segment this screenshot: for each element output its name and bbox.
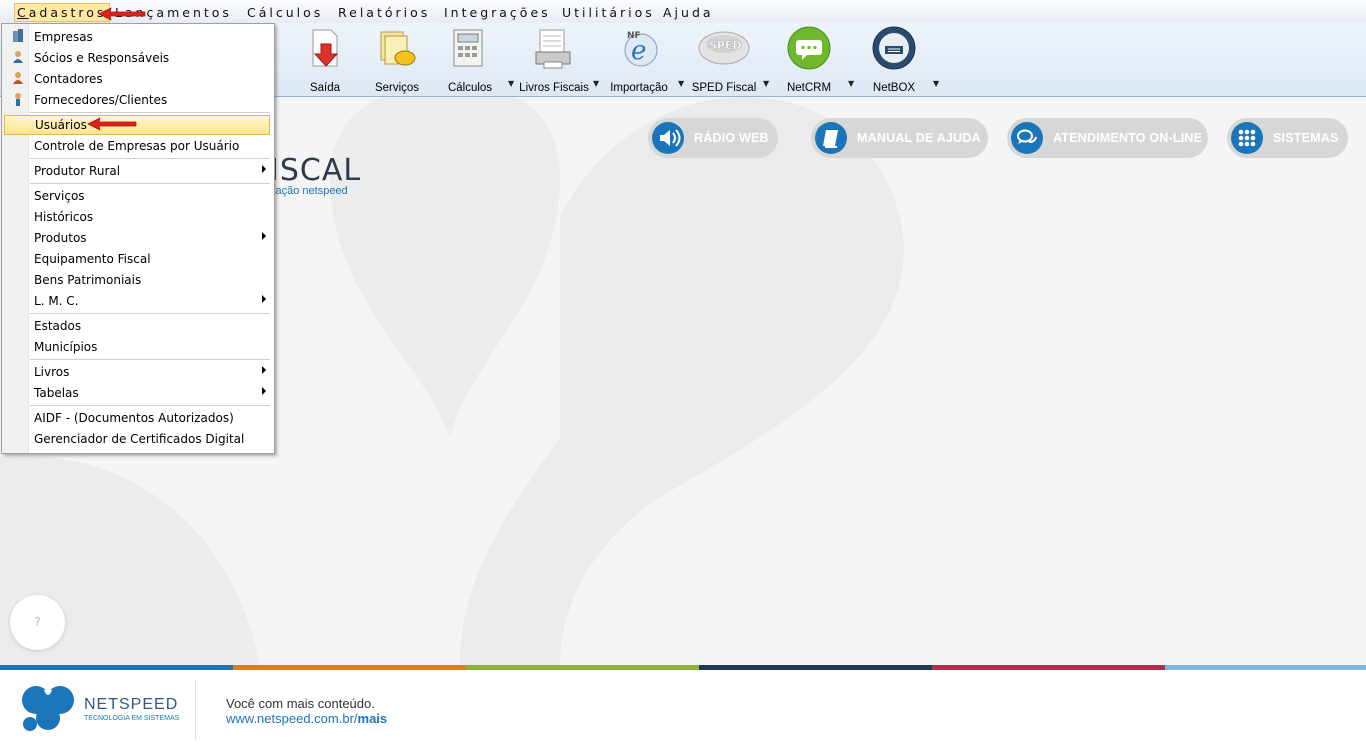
sped-icon: SPED [697,26,751,70]
chat-icon [1011,122,1043,154]
menu-item-certificados[interactable]: Gerenciador de Certificados Digital [4,429,270,449]
netbox-icon [872,26,916,70]
speaker-icon [652,122,684,154]
menu-item-municipios[interactable]: Municípios [4,337,270,357]
menu-item-historicos[interactable]: Históricos [4,207,270,227]
menu-separator [30,158,270,159]
menu-separator [30,359,270,360]
menu-relatorios[interactable]: Relatórios [338,5,430,21]
menu-item-socios[interactable]: Sócios e Responsáveis [4,48,270,68]
toolbar-importacao-button[interactable]: e NF Importação [608,26,670,94]
menu-integracoes[interactable]: Integrações [444,5,551,21]
calculator-icon [448,26,492,70]
toolbar-livros-fiscais-button[interactable]: Livros Fiscais [518,26,590,94]
menu-item-servicos[interactable]: Serviços [4,186,270,206]
menu-item-fornecedores[interactable]: Fornecedores/Clientes [4,90,270,110]
grid-icon [1231,122,1263,154]
footer-brand: NETSPEED [84,696,179,713]
menu-separator [30,183,270,184]
netcrm-dropdown-arrow[interactable]: ▼ [848,79,854,88]
toolbar-netbox-button[interactable]: NetBOX [866,26,922,94]
sped-dropdown-arrow[interactable]: ▼ [763,79,769,88]
submenu-arrow-icon [262,295,266,303]
menu-ajuda[interactable]: Ajuda [663,5,714,21]
toolbar-sped-fiscal-button[interactable]: SPED SPED Fiscal [690,26,758,94]
footer-message: Você com mais conteúdo. [226,696,375,711]
toolbar-calculos-button[interactable]: Cálculos [444,26,496,94]
submenu-arrow-icon [262,165,266,173]
nfe-import-icon: e NF [617,26,661,70]
toolbar-netcrm-button[interactable]: NetCRM [783,26,835,94]
submenu-arrow-icon [262,387,266,395]
menu-item-estados[interactable]: Estados [4,316,270,336]
logo-fiscal: ISCAL vação netspeed [270,153,362,198]
menu-item-bens-patrimoniais[interactable]: Bens Patrimoniais [4,270,270,290]
menu-item-produtos[interactable]: Produtos [4,228,270,248]
exit-doc-icon [303,26,347,70]
menu-item-controle-empresas[interactable]: Controle de Empresas por Usuário [4,136,270,156]
menu-item-livros[interactable]: Livros [4,362,270,382]
calculos-dropdown-arrow[interactable]: ▼ [508,79,514,88]
footer-divider [195,680,196,740]
menu-item-contadores[interactable]: Contadores [4,69,270,89]
submenu-arrow-icon [262,232,266,240]
menu-item-empresas[interactable]: Empresas [4,27,270,47]
book-icon [815,122,847,154]
toolbar-servicos-button[interactable]: Serviços [370,26,424,94]
annotation-arrow-icon [87,117,137,131]
buildings-icon [12,29,24,43]
chat-bubble-icon [787,26,831,70]
svg-text:NF: NF [627,31,641,41]
cadastros-dropdown-menu: Empresas Sócios e Responsáveis Contadore… [1,23,275,454]
sistemas-button[interactable]: SISTEMAS [1227,118,1348,158]
footer-tagline: TECNOLOGIA EM SISTEMAS [84,715,180,722]
menu-item-produtor-rural[interactable]: Produtor Rural [4,161,270,181]
annotation-arrow-icon [98,7,146,21]
footer: NETSPEED TECNOLOGIA EM SISTEMAS Você com… [0,670,1366,747]
person-icon [12,71,24,85]
fiscal-books-icon [532,26,576,70]
menu-separator [30,112,270,113]
menu-calculos[interactable]: Cálculos [247,5,323,21]
atendimento-online-button[interactable]: ATENDIMENTO ON-LINE [1007,118,1208,158]
menu-item-lmc[interactable]: L. M. C. [4,291,270,311]
people-icon [12,50,24,64]
toolbar-saida-button[interactable]: Saída [300,26,350,94]
footer-link[interactable]: www.netspeed.com.br/mais [226,711,387,726]
livros-dropdown-arrow[interactable]: ▼ [593,79,599,88]
menu-separator [30,313,270,314]
menu-item-tabelas[interactable]: Tabelas [4,383,270,403]
importacao-dropdown-arrow[interactable]: ▼ [678,79,684,88]
netbox-dropdown-arrow[interactable]: ▼ [933,79,939,88]
netspeed-logo-icon [18,684,78,732]
manual-de-ajuda-button[interactable]: MANUAL DE AJUDA [811,118,988,158]
menu-item-equipamento-fiscal[interactable]: Equipamento Fiscal [4,249,270,269]
svg-text:SPED: SPED [709,39,742,52]
menu-utilitarios[interactable]: Utilitários [562,5,655,21]
supplier-icon [12,92,24,106]
help-button[interactable]: ? [10,595,65,650]
menu-separator [30,405,270,406]
menu-item-aidf[interactable]: AIDF - (Documentos Autorizados) [4,408,270,428]
menu-cadastros-rest: adastros [28,5,107,20]
menu-cadastros[interactable]: Cadastros [14,3,111,22]
menu-bar: Cadastros Lançamentos Cálculos Relatório… [0,0,1366,24]
submenu-arrow-icon [262,366,266,374]
radio-web-button[interactable]: RÁDIO WEB [648,118,778,158]
services-icon [375,26,419,70]
